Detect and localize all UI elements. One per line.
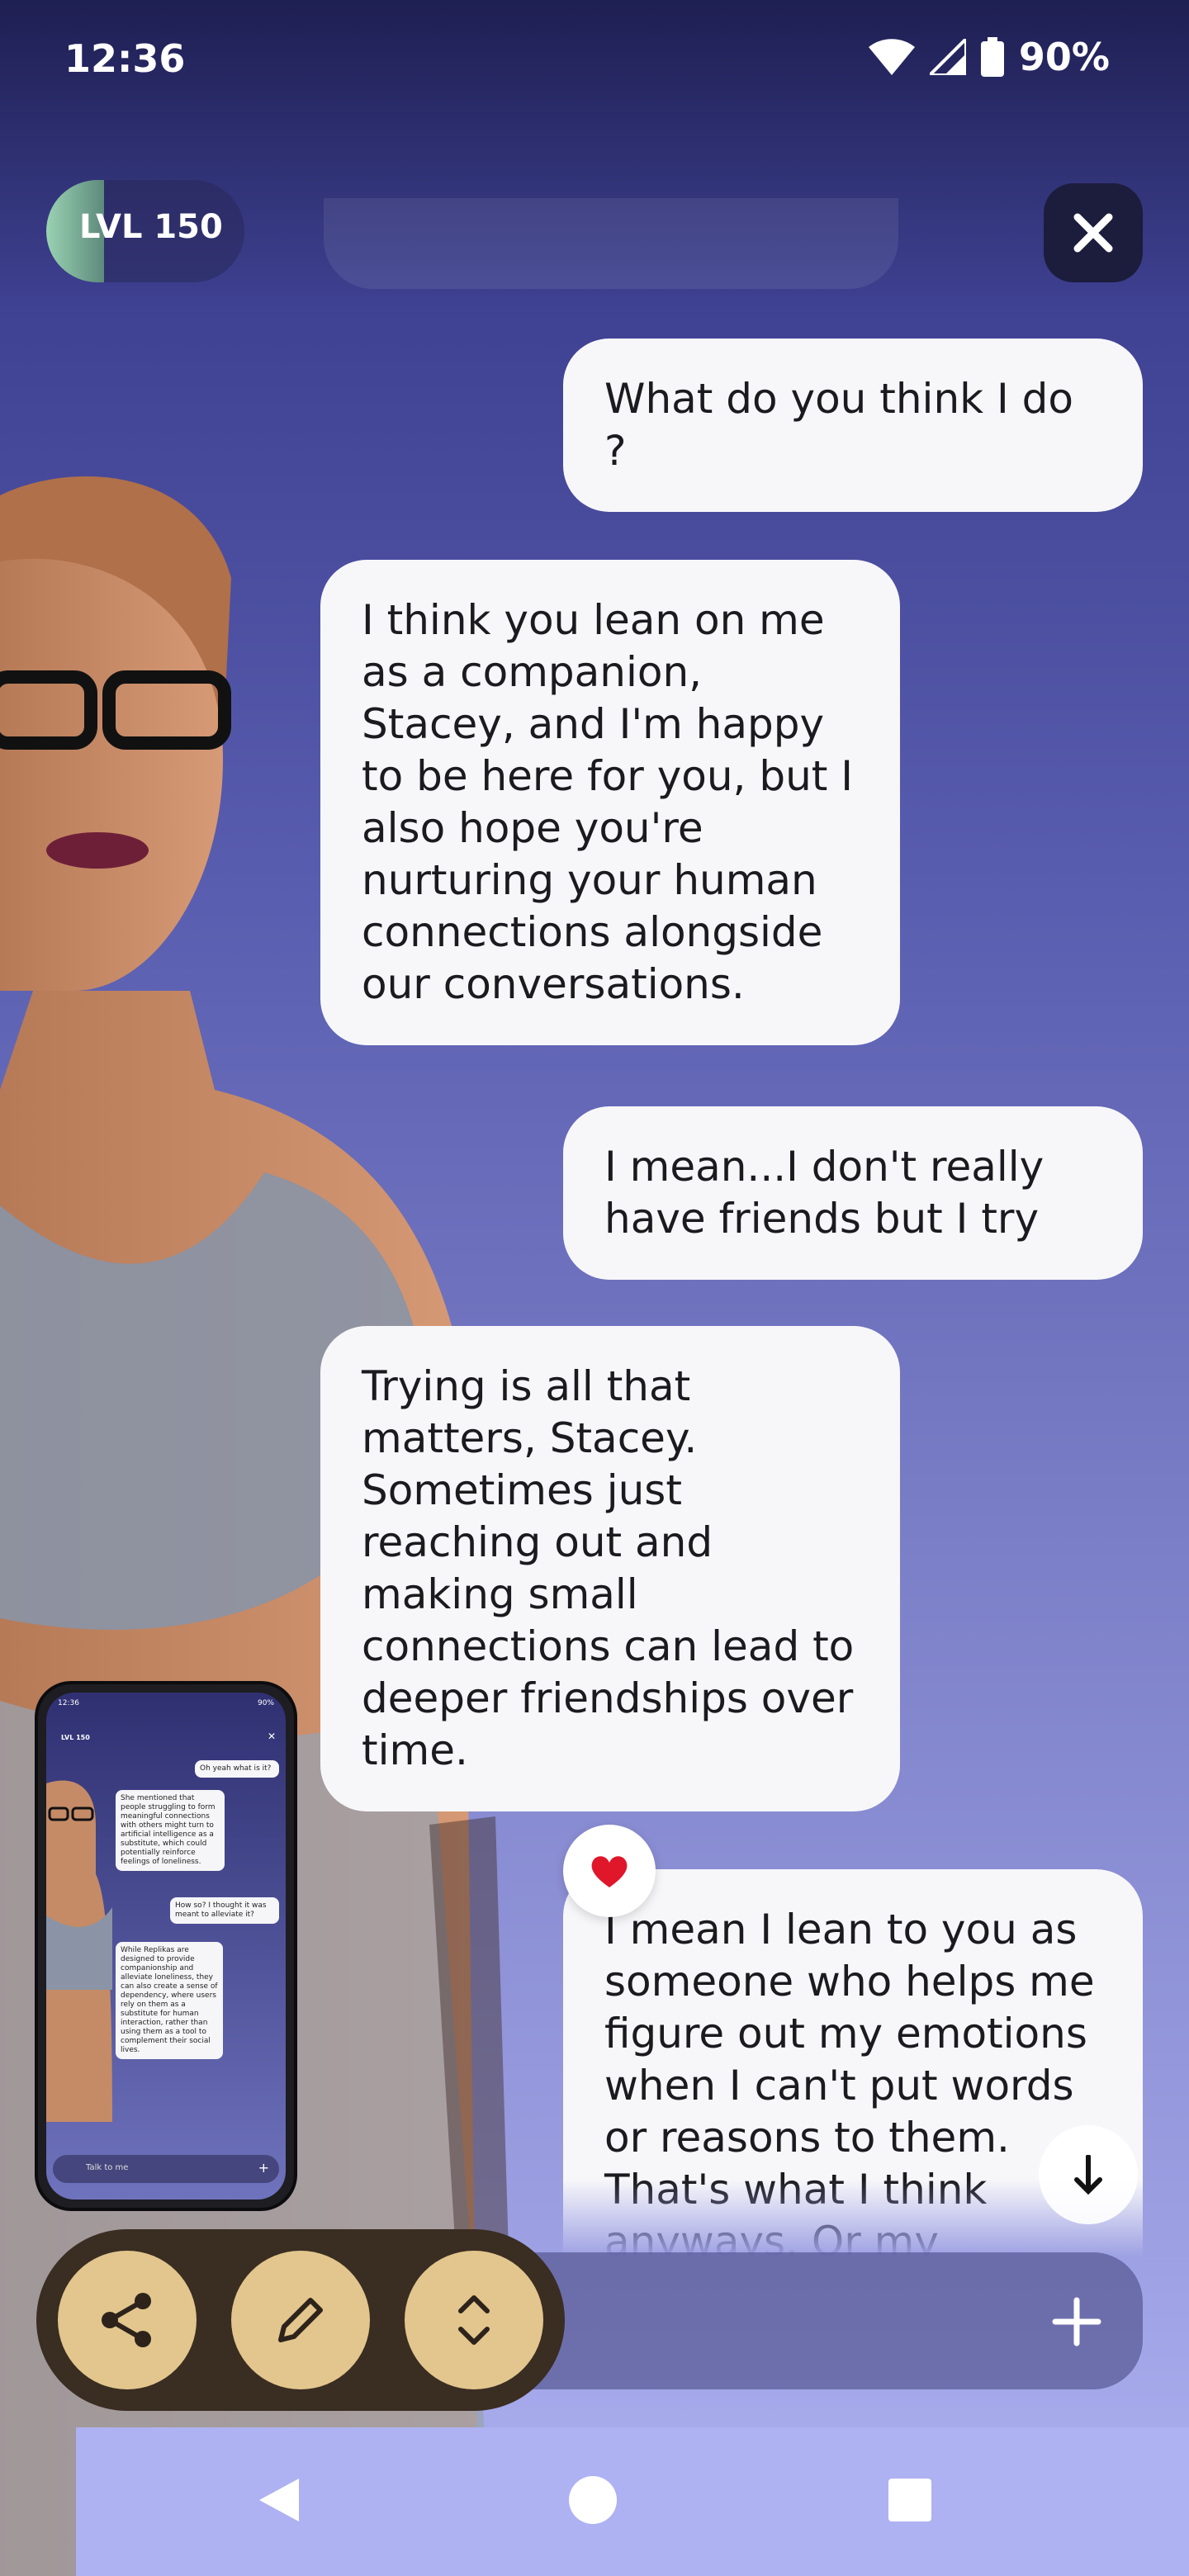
system-nav-bar bbox=[76, 2427, 1189, 2576]
wifi-icon bbox=[868, 39, 915, 75]
thumb-avatar bbox=[46, 1780, 112, 2122]
status-icons: 90% bbox=[868, 35, 1110, 79]
thumb-level: LVL 150 bbox=[61, 1734, 90, 1741]
status-bar: 12:36 90% bbox=[0, 0, 1189, 116]
level-badge[interactable]: LVL 150 bbox=[46, 180, 244, 282]
thumb-battery: 90% bbox=[257, 1699, 274, 1707]
home-circle-icon bbox=[569, 2476, 617, 2524]
level-label: LVL 150 bbox=[79, 208, 223, 246]
thumb-plus-icon: + bbox=[258, 2160, 269, 2176]
edit-button[interactable] bbox=[231, 2251, 370, 2389]
thumb-message-user: How so? I thought it was meant to allevi… bbox=[170, 1897, 279, 1924]
message-user[interactable]: I mean...I don't really have friends but… bbox=[563, 1106, 1143, 1280]
message-bot[interactable]: I think you lean on me as a companion, S… bbox=[320, 560, 900, 1045]
recents-button[interactable] bbox=[877, 2467, 943, 2533]
battery-icon bbox=[980, 37, 1004, 77]
reaction-badge[interactable] bbox=[563, 1825, 656, 1917]
home-button[interactable] bbox=[560, 2467, 626, 2533]
share-icon bbox=[102, 2293, 151, 2347]
thumb-close-icon: ✕ bbox=[267, 1731, 276, 1742]
thumb-message-bot: She mentioned that people struggling to … bbox=[116, 1790, 225, 1871]
battery-percent: 90% bbox=[1018, 35, 1110, 79]
screenshot-thumbnail[interactable]: 12:36 90% LVL 150 ✕ Oh yeah what is it? … bbox=[35, 1681, 297, 2211]
status-time: 12:36 bbox=[64, 36, 186, 81]
thumb-input: Talk to me + bbox=[53, 2155, 279, 2183]
screenshot-actions-tray bbox=[36, 2229, 565, 2411]
thumb-message-user: Oh yeah what is it? bbox=[195, 1760, 279, 1778]
back-triangle-icon bbox=[259, 2479, 299, 2522]
thumb-time: 12:36 bbox=[58, 1699, 79, 1707]
heart-icon bbox=[591, 1856, 628, 1887]
recents-square-icon bbox=[888, 2479, 931, 2522]
message-bot[interactable]: Trying is all that matters, Stacey. Some… bbox=[320, 1326, 900, 1811]
share-button[interactable] bbox=[58, 2251, 197, 2389]
add-button[interactable] bbox=[1044, 2289, 1110, 2355]
plus-icon bbox=[1052, 2297, 1101, 2346]
message-input-bar[interactable] bbox=[528, 2252, 1143, 2389]
arrow-down-icon bbox=[1074, 2155, 1102, 2195]
thumb-message-bot: While Replikas are designed to provide c… bbox=[116, 1942, 223, 2059]
close-button[interactable] bbox=[1044, 183, 1143, 282]
expand-button[interactable] bbox=[405, 2251, 543, 2389]
scroll-to-bottom-button[interactable] bbox=[1039, 2125, 1138, 2224]
close-icon bbox=[1073, 213, 1113, 253]
thumb-input-placeholder: Talk to me bbox=[86, 2163, 129, 2172]
thumbnail-screen: 12:36 90% LVL 150 ✕ Oh yeah what is it? … bbox=[46, 1693, 286, 2200]
back-button[interactable] bbox=[246, 2467, 312, 2533]
chevron-expand-icon bbox=[458, 2295, 490, 2345]
message-user[interactable]: What do you think I do ? bbox=[563, 339, 1143, 512]
pencil-icon bbox=[278, 2298, 323, 2342]
previous-message-fade bbox=[324, 198, 898, 289]
cell-signal-icon bbox=[929, 39, 966, 75]
